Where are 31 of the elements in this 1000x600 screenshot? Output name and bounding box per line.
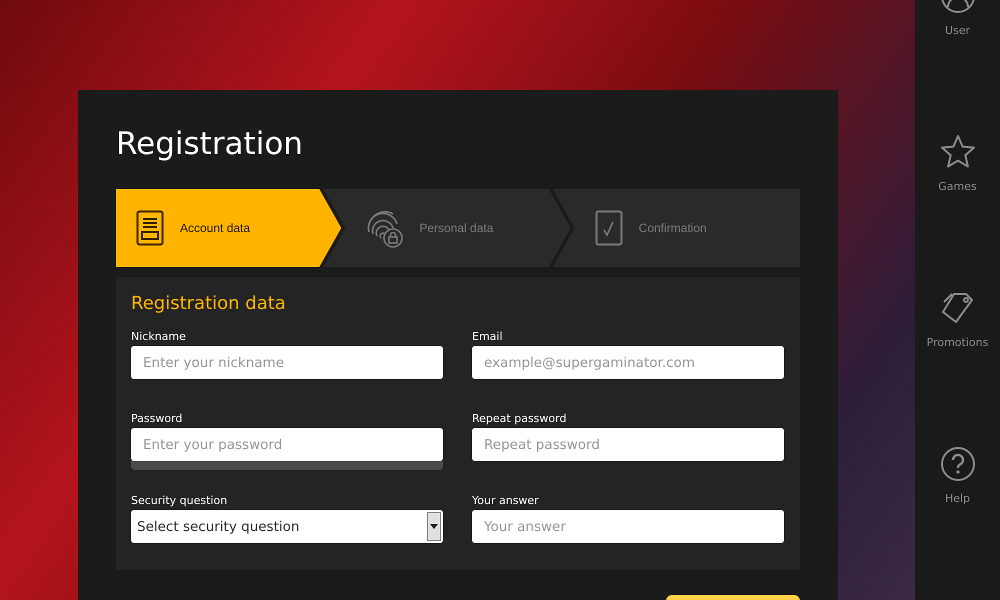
step-tab[interactable]: Account data xyxy=(116,189,342,267)
sidebar-item[interactable]: Promotions xyxy=(915,193,1000,349)
sidebar-item[interactable]: Games xyxy=(915,37,1000,193)
fingerprint-lock-icon xyxy=(365,208,404,248)
tag-icon xyxy=(940,290,976,326)
sidebar-item[interactable]: Help xyxy=(915,349,1000,505)
step-tab[interactable]: Personal data xyxy=(323,189,571,267)
input-field[interactable]: Enter your nickname xyxy=(131,346,443,379)
sidebar-label: Help xyxy=(944,492,970,505)
sidebar-label: Promotions xyxy=(926,336,988,349)
sidebar-item[interactable]: User xyxy=(915,0,1000,37)
registration-title: Registration xyxy=(116,126,304,162)
input-field[interactable]: Your answer xyxy=(472,510,784,543)
security-question-dropdown[interactable]: Select security question xyxy=(131,510,443,543)
input-field[interactable]: Repeat password xyxy=(472,428,784,461)
help-icon xyxy=(940,446,976,482)
field-label: Password xyxy=(131,412,184,425)
document-icon xyxy=(136,210,164,246)
field-label: Security question xyxy=(131,494,228,507)
step-tab[interactable]: Confirmation xyxy=(552,189,800,267)
input-field[interactable]: example@supergaminator.com xyxy=(472,346,784,379)
field-label: Repeat password xyxy=(472,412,568,425)
field-label: Your answer xyxy=(472,494,540,507)
input-field[interactable]: Enter your password xyxy=(131,428,443,461)
section-title: Registration data xyxy=(131,293,287,314)
field-label: Email xyxy=(472,330,504,343)
sidebar-label: Games xyxy=(938,180,977,193)
sidebar-label: User xyxy=(944,24,970,37)
tablet-check-icon xyxy=(594,210,623,246)
field-label: Nickname xyxy=(131,330,187,343)
star-icon xyxy=(940,134,976,170)
